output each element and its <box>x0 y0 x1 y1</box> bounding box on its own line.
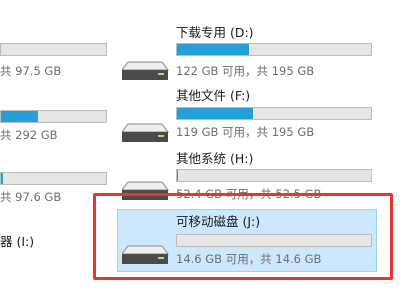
drive-f-name: 其他文件 (F:) <box>176 88 251 103</box>
left-drive-2-space: 共 292 GB <box>0 128 58 142</box>
drive-f-space: 119 GB 可用，共 195 GB <box>176 125 315 139</box>
left-drive-1-space: 共 97.5 GB <box>0 64 62 78</box>
left-drive-2-usage-bar <box>0 110 107 123</box>
left-drive-1-usage-bar <box>0 43 107 56</box>
drive-d-usage-fill <box>177 44 249 55</box>
hard-drive-icon <box>122 123 169 142</box>
left-drive-2-usage-fill <box>1 111 38 122</box>
left-drive-4-label: 器 (I:) <box>0 234 35 249</box>
left-drive-3-space: 共 97.6 GB <box>0 190 62 204</box>
drive-f-usage-bar <box>176 107 372 120</box>
drive-d-space: 122 GB 可用，共 195 GB <box>176 64 315 78</box>
left-drive-3-usage-bar <box>0 172 107 185</box>
drive-d-usage-bar <box>176 43 372 56</box>
drive-h-name: 其他系统 (H:) <box>176 151 254 166</box>
drive-d-name: 下载专用 (D:) <box>176 25 254 40</box>
annotation-highlight-box <box>93 193 393 280</box>
hard-drive-icon <box>122 61 169 80</box>
drive-h-usage-bar <box>176 169 372 182</box>
left-drive-3-usage-fill <box>1 173 4 184</box>
drive-f-usage-fill <box>177 108 253 119</box>
